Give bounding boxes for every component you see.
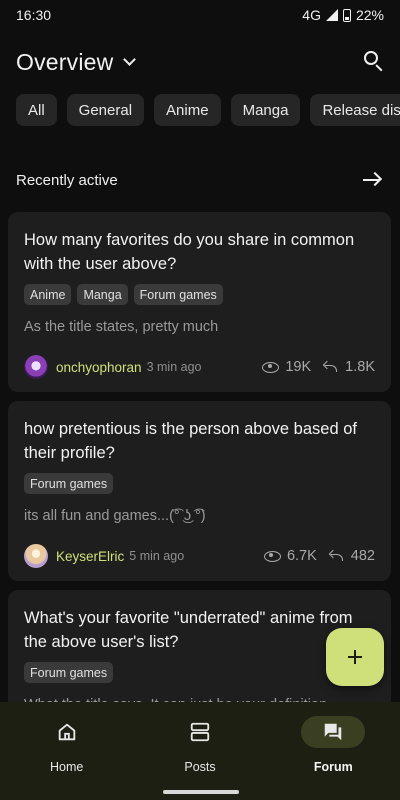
avatar bbox=[24, 544, 48, 568]
signal-icon bbox=[325, 9, 338, 21]
view-count: 19K bbox=[262, 359, 311, 375]
tag[interactable]: Anime bbox=[24, 284, 72, 305]
post-meta: KeyserElric 5 min ago 6.7K 482 bbox=[24, 544, 375, 568]
chip-anime[interactable]: Anime bbox=[154, 94, 221, 126]
nav-posts[interactable]: Posts bbox=[133, 702, 266, 800]
posts-icon bbox=[190, 722, 210, 742]
tag[interactable]: Forum games bbox=[24, 662, 114, 683]
reply-count: 1.8K bbox=[322, 359, 375, 375]
nav-forum[interactable]: Forum bbox=[267, 702, 400, 800]
username: onchyophoran bbox=[56, 359, 142, 375]
reply-icon bbox=[328, 549, 345, 562]
recently-active-header: Recently active bbox=[16, 166, 383, 194]
post-time: 3 min ago bbox=[146, 360, 202, 374]
reply-count: 482 bbox=[328, 548, 375, 564]
chip-manga[interactable]: Manga bbox=[230, 94, 301, 126]
post-excerpt: its all fun and games...(͡° ͜ʖ ͡°) bbox=[24, 508, 206, 524]
post-stats: 6.7K 482 bbox=[263, 548, 375, 564]
app-header: Overview bbox=[16, 44, 388, 80]
forum-icon bbox=[325, 723, 342, 741]
post-stats: 19K 1.8K bbox=[262, 359, 375, 375]
chip-release-discussion[interactable]: Release disc bbox=[310, 94, 400, 126]
network-label: 4G bbox=[302, 7, 321, 23]
tag[interactable]: Forum games bbox=[133, 284, 223, 305]
post-card[interactable]: how pretentious is the person above base… bbox=[8, 401, 391, 581]
gesture-bar[interactable] bbox=[163, 790, 239, 794]
view-count: 6.7K bbox=[263, 548, 317, 564]
overview-dropdown[interactable]: Overview bbox=[16, 48, 137, 76]
section-title: Recently active bbox=[16, 171, 118, 189]
arrow-right-icon[interactable] bbox=[362, 171, 383, 188]
status-icons: 4G 22% bbox=[302, 7, 384, 23]
reply-icon bbox=[322, 360, 339, 373]
post-card[interactable]: How many favorites do you share in commo… bbox=[8, 212, 391, 392]
post-meta: onchyophoran 3 min ago 19K 1.8K bbox=[24, 355, 375, 379]
post-title: What's your favorite "underrated" anime … bbox=[24, 609, 353, 651]
page-title: Overview bbox=[16, 48, 114, 75]
post-tags: Forum games bbox=[24, 662, 375, 683]
bottom-navigation: Home Posts Forum bbox=[0, 702, 400, 800]
post-title: How many favorites do you share in commo… bbox=[24, 231, 355, 273]
chip-general[interactable]: General bbox=[66, 94, 145, 126]
post-tags: Anime Manga Forum games bbox=[24, 284, 375, 305]
category-chips: All General Anime Manga Release disc bbox=[16, 94, 400, 126]
status-time: 16:30 bbox=[16, 7, 52, 23]
status-bar: 16:30 4G 22% bbox=[0, 0, 400, 30]
chevron-down-icon bbox=[123, 53, 137, 66]
post-excerpt: As the title states, pretty much bbox=[24, 319, 219, 335]
home-icon bbox=[58, 723, 75, 741]
nav-label: Home bbox=[49, 760, 84, 774]
nav-label: Posts bbox=[184, 760, 216, 774]
post-author[interactable]: KeyserElric 5 min ago bbox=[24, 544, 184, 568]
battery-icon bbox=[342, 8, 351, 22]
post-time: 5 min ago bbox=[129, 549, 185, 563]
eye-icon bbox=[263, 550, 281, 562]
avatar bbox=[24, 355, 48, 379]
eye-icon bbox=[262, 361, 280, 373]
chip-all[interactable]: All bbox=[16, 94, 57, 126]
nav-home[interactable]: Home bbox=[0, 702, 133, 800]
tag[interactable]: Forum games bbox=[24, 473, 114, 494]
post-tags: Forum games bbox=[24, 473, 375, 494]
username: KeyserElric bbox=[56, 548, 125, 564]
nav-label: Forum bbox=[313, 760, 353, 774]
battery-percent: 22% bbox=[355, 7, 384, 23]
post-title: how pretentious is the person above base… bbox=[24, 420, 357, 462]
tag[interactable]: Manga bbox=[77, 284, 128, 305]
search-button[interactable] bbox=[360, 48, 388, 76]
post-author[interactable]: onchyophoran 3 min ago bbox=[24, 355, 201, 379]
search-icon bbox=[364, 51, 378, 65]
new-post-button[interactable] bbox=[326, 628, 384, 686]
